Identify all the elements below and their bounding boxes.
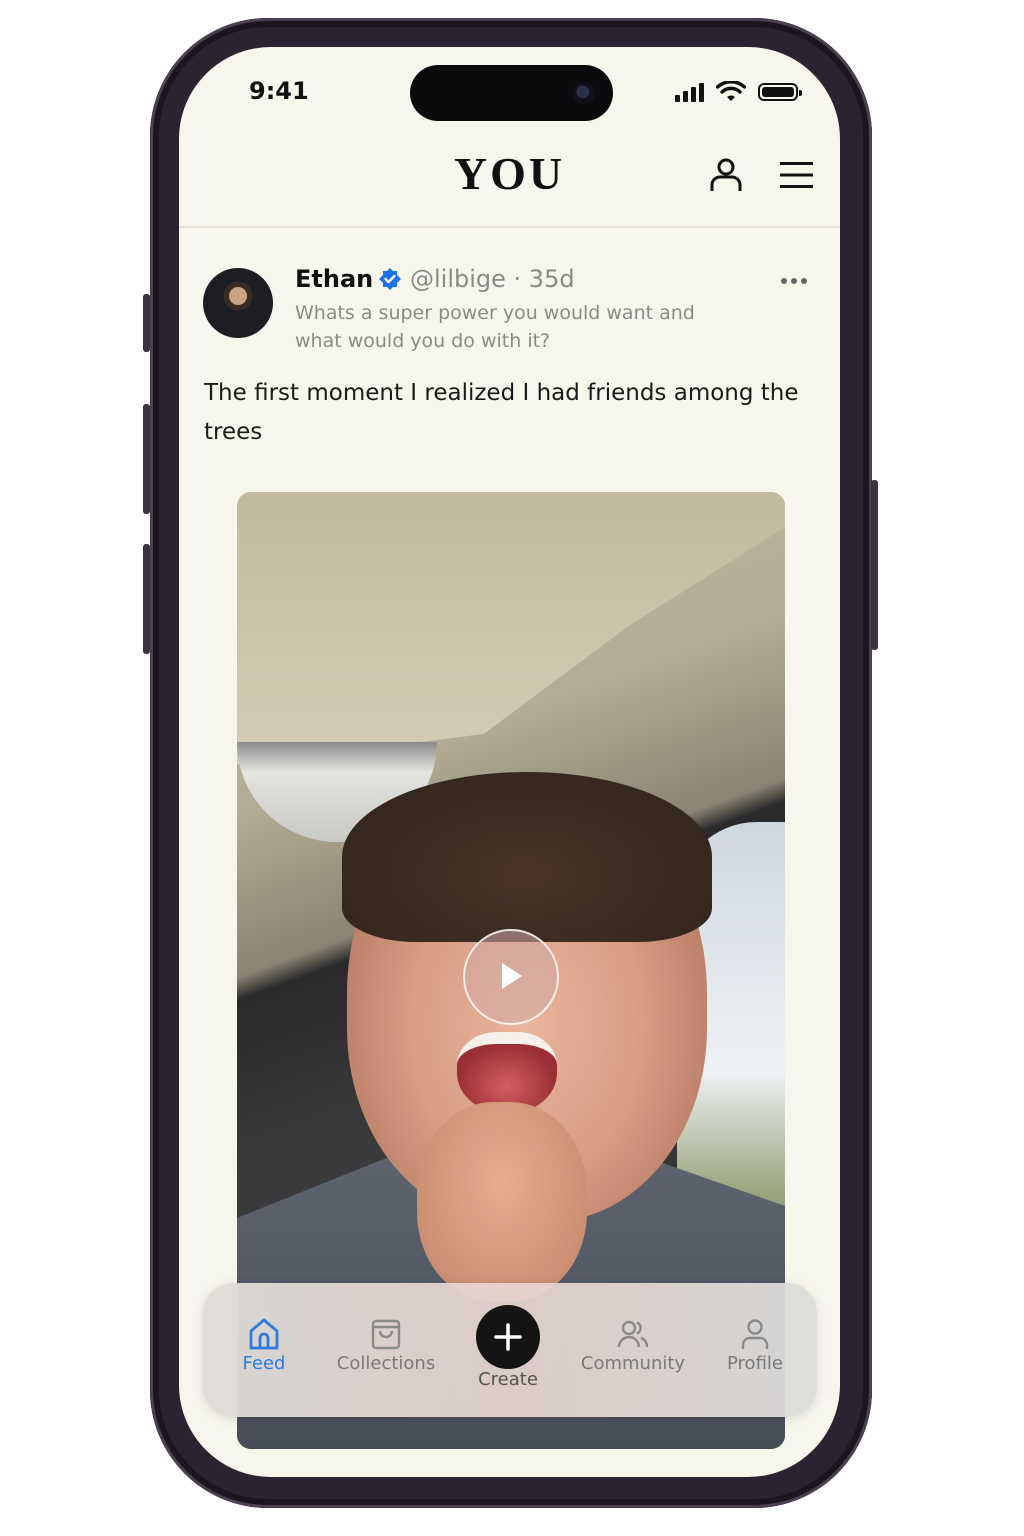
post-prompt: Whats a super power you would want and w… bbox=[295, 302, 695, 352]
power-button bbox=[871, 480, 878, 650]
menu-icon[interactable] bbox=[780, 160, 813, 190]
author-handle-timestamp: @lilbige · 35d bbox=[410, 265, 575, 293]
verified-badge-icon bbox=[379, 268, 401, 290]
bag-icon bbox=[371, 1319, 401, 1350]
post-body: The first moment I realized I had friend… bbox=[204, 380, 799, 445]
tab-profile[interactable]: Profile bbox=[695, 1317, 815, 1374]
app-screen: 9:41 YOU Ethan @lilbige · 35d Whats a su… bbox=[179, 47, 840, 1477]
play-icon bbox=[502, 963, 522, 989]
play-button[interactable] bbox=[463, 929, 559, 1025]
home-icon bbox=[249, 1318, 279, 1350]
video-frame-hair bbox=[342, 772, 712, 942]
wifi-icon bbox=[716, 81, 746, 101]
account-icon[interactable] bbox=[709, 157, 743, 193]
tab-community-label: Community bbox=[580, 1353, 686, 1374]
create-button[interactable] bbox=[476, 1305, 540, 1369]
author-avatar[interactable] bbox=[203, 268, 273, 338]
more-options-icon[interactable] bbox=[779, 271, 809, 291]
dynamic-island bbox=[410, 65, 613, 121]
tab-profile-label: Profile bbox=[727, 1353, 783, 1374]
mute-switch bbox=[143, 294, 150, 352]
volume-down-button bbox=[143, 544, 150, 654]
plus-icon bbox=[494, 1323, 522, 1351]
author-name[interactable]: Ethan bbox=[295, 265, 373, 293]
cellular-signal-icon bbox=[675, 82, 704, 102]
tab-collections-label: Collections bbox=[336, 1353, 436, 1374]
tab-collections[interactable]: Collections bbox=[326, 1317, 446, 1374]
video-frame-hand bbox=[417, 1102, 587, 1302]
tab-create-label[interactable]: Create bbox=[448, 1369, 568, 1390]
status-icons bbox=[675, 81, 802, 103]
front-camera-icon bbox=[573, 82, 595, 104]
person-icon bbox=[741, 1319, 769, 1349]
tab-community[interactable]: Community bbox=[573, 1317, 693, 1374]
battery-icon bbox=[758, 83, 802, 101]
status-time: 9:41 bbox=[249, 77, 309, 105]
bottom-tab-bar: Feed Collections Create Community Profil… bbox=[203, 1283, 817, 1417]
people-icon bbox=[617, 1320, 649, 1348]
volume-up-button bbox=[143, 404, 150, 514]
tab-feed-label: Feed bbox=[242, 1353, 286, 1374]
tab-feed[interactable]: Feed bbox=[204, 1317, 324, 1374]
header-divider bbox=[179, 226, 840, 228]
